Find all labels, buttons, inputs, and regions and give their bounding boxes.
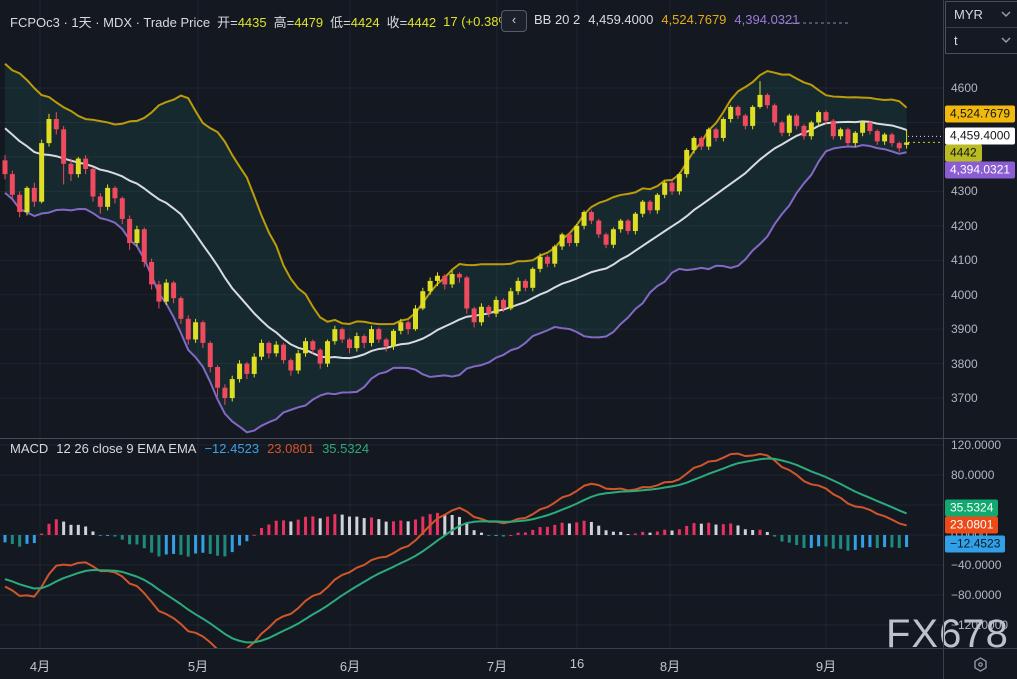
chart-canvas[interactable] xyxy=(0,0,943,648)
chevron-left-icon: ‹ xyxy=(512,12,516,27)
pane-separator[interactable] xyxy=(0,438,1017,439)
price-label: −12.4523 xyxy=(945,536,1005,553)
time-label: 6月 xyxy=(340,656,360,675)
axis-tick: 4600 xyxy=(951,81,978,95)
time-label: 5月 xyxy=(188,656,208,675)
price-label: 23.0801 xyxy=(945,517,998,534)
time-label: 4月 xyxy=(30,656,50,675)
axis-tick: 3800 xyxy=(951,357,978,371)
bb-indicator-legend: BB 20 2 4,459.4000 4,524.7679 4,394.0321 xyxy=(534,12,800,27)
hexagon-settings-icon xyxy=(972,656,989,673)
time-label: 7月 xyxy=(487,656,507,675)
macd-hist-value: −12.4523 xyxy=(204,441,259,456)
price-label: 4,394.0321 xyxy=(945,162,1015,179)
chevron-down-icon xyxy=(1001,11,1011,18)
macd-indicator-legend: MACD 12 26 close 9 EMA EMA −12.4523 23.0… xyxy=(10,441,369,456)
trading-chart-window: FCPOc3 · 1天 · MDX · Trade Price 开=4435 高… xyxy=(0,0,1017,679)
ohlc-open: 开=4435 xyxy=(217,12,267,31)
currency-dropdown[interactable]: MYR xyxy=(946,2,1017,27)
axis-tick: −120.0000 xyxy=(951,618,1008,632)
price-axis[interactable]: 4600 4300 4200 4100 4000 3900 3800 3700 120.0000… xyxy=(944,0,1017,648)
axis-tick: 80.0000 xyxy=(951,468,994,482)
macd-params: 12 26 close 9 EMA EMA xyxy=(56,441,196,456)
legend-collapse-button[interactable]: ‹ xyxy=(501,10,527,32)
macd-signal-value: 35.5324 xyxy=(322,441,369,456)
time-label: 9月 xyxy=(816,656,836,675)
axis-tick: 4300 xyxy=(951,184,978,198)
axis-settings-corner[interactable] xyxy=(944,649,1017,679)
time-label: 8月 xyxy=(660,656,680,675)
unit-value: t xyxy=(954,33,958,48)
ohlc-close: 收=4442 xyxy=(387,12,437,31)
price-label: 4,459.4000 xyxy=(945,128,1015,145)
macd-line-value: 23.0801 xyxy=(267,441,314,456)
axis-tick: −80.0000 xyxy=(951,588,1001,602)
price-label: 4,524.7679 xyxy=(945,105,1015,122)
bb-title: BB 20 2 xyxy=(534,12,580,27)
axis-tick: 4200 xyxy=(951,219,978,233)
symbol-title: FCPOc3 · 1天 · MDX · Trade Price xyxy=(10,12,210,31)
ohlc-high: 高=4479 xyxy=(274,12,324,31)
ohlc-low: 低=4424 xyxy=(330,12,380,31)
chevron-down-icon xyxy=(1001,37,1011,44)
bb-lower-value: 4,394.0321 xyxy=(734,12,799,27)
time-label: 16 xyxy=(570,656,584,671)
symbol-legend: FCPOc3 · 1天 · MDX · Trade Price 开=4435 高… xyxy=(10,12,514,31)
bb-upper-value: 4,524.7679 xyxy=(661,12,726,27)
axis-tick: 3700 xyxy=(951,391,978,405)
unit-dropdown[interactable]: t xyxy=(946,27,1017,53)
scale-settings-panel: MYR t xyxy=(945,1,1017,54)
time-axis[interactable]: 4月 5月 6月 7月 16 8月 9月 xyxy=(0,648,943,679)
price-label: 4442 xyxy=(945,145,982,162)
axis-tick: 120.0000 xyxy=(951,438,1001,452)
price-label: 35.5324 xyxy=(945,500,998,517)
currency-value: MYR xyxy=(954,7,983,22)
axis-tick: 4000 xyxy=(951,288,978,302)
axis-tick: 4100 xyxy=(951,253,978,267)
macd-title: MACD xyxy=(10,441,48,456)
bb-basis-value: 4,459.4000 xyxy=(588,12,653,27)
axis-tick: 3900 xyxy=(951,322,978,336)
axis-tick: −40.0000 xyxy=(951,558,1001,572)
